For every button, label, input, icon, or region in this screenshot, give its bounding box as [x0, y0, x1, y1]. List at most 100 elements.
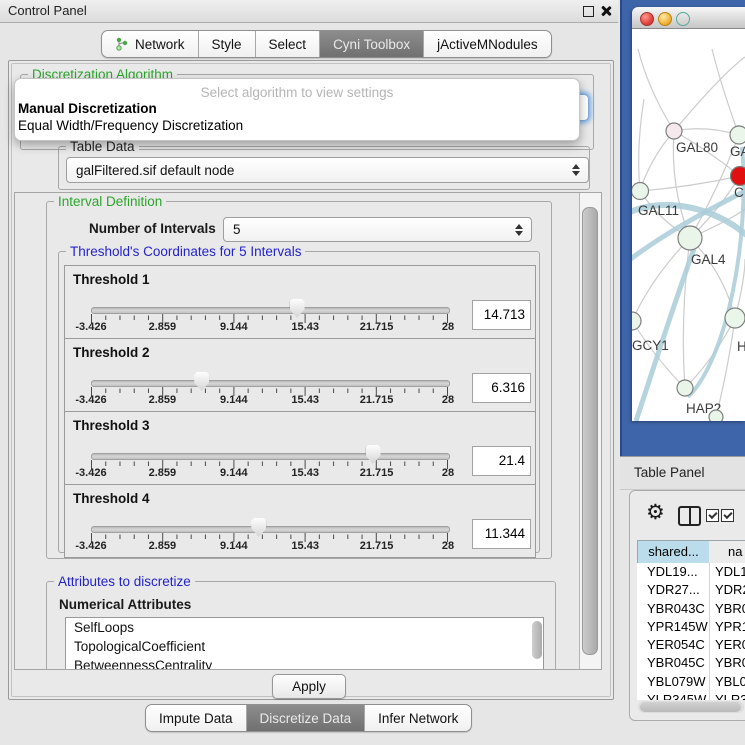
tab-style[interactable]: Style: [199, 31, 256, 57]
table-row[interactable]: YER054CYER0: [637, 636, 745, 654]
network-edge[interactable]: [685, 318, 735, 388]
apply-button[interactable]: Apply: [272, 674, 346, 699]
column-header-shared-name[interactable]: shared...: [637, 540, 710, 564]
table-row[interactable]: YDL19...YDL1: [637, 563, 745, 581]
network-node[interactable]: [632, 183, 649, 200]
table-hscrollbar-track[interactable]: [638, 701, 744, 713]
screen: Control Panel Network Style Select Cyni …: [0, 0, 745, 745]
algorithm-dropdown-popup: Select algorithm to view settings Manual…: [14, 78, 580, 141]
attribute-item[interactable]: BetweennessCentrality: [66, 656, 543, 670]
threshold-value-field[interactable]: 21.4: [472, 446, 531, 476]
tab-jactivemnodules[interactable]: jActiveMNodules: [424, 31, 551, 57]
tab-network[interactable]: Network: [102, 31, 199, 57]
network-node-label: GAL4: [691, 252, 726, 267]
combo-spinner-icon: [515, 224, 523, 236]
slider-tick-label: 21.715: [360, 540, 394, 552]
table-row[interactable]: YDR27...YDR2: [637, 581, 745, 599]
slider-tick-label: 15.43: [291, 321, 319, 333]
interval-definition-title: Interval Definition: [54, 194, 166, 209]
slider-tick-label: 15.43: [291, 467, 319, 479]
column-header-name[interactable]: na: [709, 540, 745, 564]
numerical-attributes-list[interactable]: SelfLoopsTopologicalCoefficientBetweenne…: [65, 617, 544, 670]
network-node[interactable]: [725, 308, 745, 328]
float-window-icon[interactable]: [583, 6, 594, 17]
checkbox-icon[interactable]: [721, 509, 734, 522]
network-canvas[interactable]: GAL80GACGAL11GAL4GCY1HHAP2: [632, 29, 745, 421]
close-icon[interactable]: [600, 5, 612, 17]
network-edge[interactable]: [640, 176, 740, 191]
number-of-intervals-combobox[interactable]: 5: [223, 217, 532, 242]
threshold-slider-track[interactable]: [91, 380, 450, 387]
attribute-item[interactable]: SelfLoops: [66, 618, 543, 637]
network-node[interactable]: [677, 380, 693, 396]
network-edge[interactable]: [674, 129, 739, 135]
tab-impute-data[interactable]: Impute Data: [146, 705, 247, 731]
table-row[interactable]: YBR045CYBR0: [637, 654, 745, 672]
slider-ticks: [91, 533, 448, 543]
thresholds-group-title: Threshold's Coordinates for 5 Intervals: [66, 244, 305, 259]
table-row[interactable]: YBR043CYBR0: [637, 600, 745, 618]
cell-shared-name: YBR043C: [637, 600, 709, 618]
tab-select[interactable]: Select: [256, 31, 321, 57]
slider-tick-label: 2.859: [149, 540, 177, 552]
network-node[interactable]: [709, 410, 723, 421]
table-row[interactable]: YLR345WYLR3: [637, 691, 745, 700]
tab-cyni-toolbox[interactable]: Cyni Toolbox: [320, 31, 424, 57]
checkbox-icon[interactable]: [706, 509, 719, 522]
slider-tick-label: 2.859: [149, 321, 177, 333]
network-edge[interactable]: [638, 49, 674, 131]
threshold-slider-track[interactable]: [91, 526, 450, 533]
list-scrollbar-thumb[interactable]: [532, 621, 542, 659]
dropdown-item-manual-discretization[interactable]: Manual Discretization: [18, 101, 157, 116]
tab-infer-network[interactable]: Infer Network: [365, 705, 471, 731]
threshold-box: Threshold 1-3.4262.8599.14415.4321.71528…: [64, 265, 536, 339]
settings-scrollbar-thumb[interactable]: [582, 207, 598, 655]
threshold-value-field[interactable]: 6.316: [472, 373, 531, 403]
attributes-group-title: Attributes to discretize: [54, 574, 195, 589]
threshold-box: Threshold 2-3.4262.8599.14415.4321.71528…: [64, 338, 536, 412]
tab-discretize-data[interactable]: Discretize Data: [247, 705, 366, 731]
table-row[interactable]: YBL079WYBL0: [637, 673, 745, 691]
network-node[interactable]: [666, 123, 682, 139]
slider-tick-label: 9.144: [220, 467, 248, 479]
slider-tick-label: 15.43: [291, 540, 319, 552]
table-panel-title: Table Panel: [634, 465, 705, 480]
table-data-title: Table Data: [66, 139, 139, 154]
network-node[interactable]: [730, 126, 745, 144]
network-edge[interactable]: [712, 49, 739, 135]
slider-tick-label: 15.43: [291, 394, 319, 406]
zoom-traffic-light-icon[interactable]: [676, 12, 690, 26]
network-icon: [115, 37, 129, 51]
slider-tick-label: -3.426: [75, 540, 106, 552]
network-node[interactable]: [632, 312, 641, 330]
table-row[interactable]: YPR145WYPR1: [637, 618, 745, 636]
threshold-slider-track[interactable]: [91, 307, 450, 314]
close-traffic-light-icon[interactable]: [640, 12, 654, 26]
split-pane-icon[interactable]: [678, 506, 701, 526]
threshold-slider-track[interactable]: [91, 453, 450, 460]
dropdown-item-equal-width-frequency[interactable]: Equal Width/Frequency Discretization: [18, 118, 243, 133]
table-hscrollbar-thumb[interactable]: [640, 702, 741, 712]
threshold-value-field[interactable]: 11.344: [472, 519, 531, 549]
slider-tick-label: 2.859: [149, 394, 177, 406]
slider-ticks: [91, 314, 448, 324]
network-window-titlebar: [632, 7, 745, 29]
numerical-attributes-label: Numerical Attributes: [59, 597, 191, 612]
network-edge[interactable]: [640, 131, 674, 191]
cell-shared-name: YPR145W: [637, 618, 709, 636]
network-edge[interactable]: [674, 57, 745, 131]
network-node[interactable]: [678, 226, 702, 250]
cell-shared-name: YER054C: [637, 636, 709, 654]
threshold-value-field[interactable]: 14.713: [472, 300, 531, 330]
network-node[interactable]: [731, 167, 745, 186]
minimize-traffic-light-icon[interactable]: [658, 12, 672, 26]
attribute-items: SelfLoopsTopologicalCoefficientBetweenne…: [66, 618, 543, 670]
cell-shared-name: YDL19...: [637, 563, 709, 581]
table-data-combobox[interactable]: galFiltered.sif default node: [66, 157, 589, 183]
network-edge[interactable]: [639, 99, 644, 191]
attribute-item[interactable]: TopologicalCoefficient: [66, 637, 543, 656]
gear-icon[interactable]: ⚙: [646, 502, 665, 523]
slider-tick-label: 2.859: [149, 467, 177, 479]
settings-scrollbar-track[interactable]: [579, 193, 601, 669]
slider-tick-label: -3.426: [75, 467, 106, 479]
